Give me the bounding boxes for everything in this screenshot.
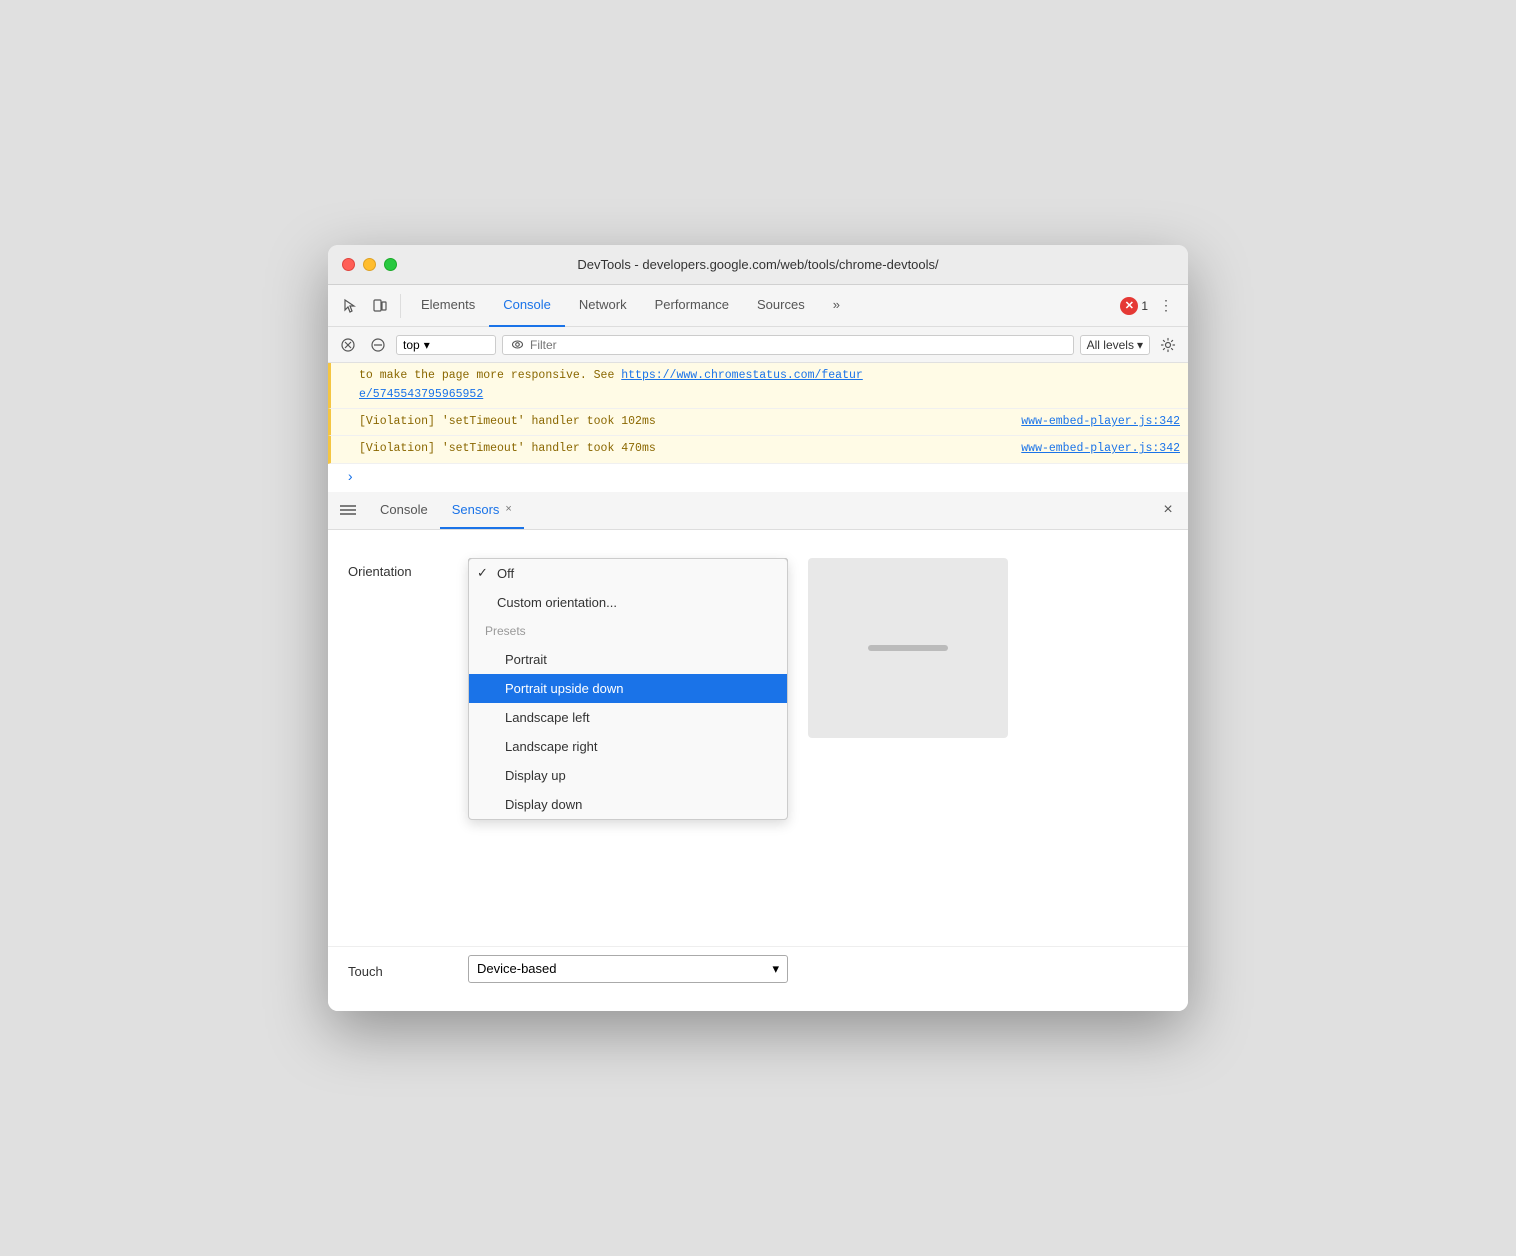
- bottom-tab-console[interactable]: Console: [368, 491, 440, 529]
- close-bottom-panel-button[interactable]: ×: [1156, 498, 1180, 522]
- dropdown-item-portrait[interactable]: Portrait: [469, 645, 787, 674]
- toolbar-right: ✕ 1 ⋮: [1120, 292, 1180, 320]
- console-msg-text-2: [Violation] 'setTimeout' handler took 10…: [359, 415, 656, 428]
- more-options-button[interactable]: ⋮: [1152, 292, 1180, 320]
- prompt-arrow-icon: ›: [346, 470, 354, 486]
- inspect-element-button[interactable]: [336, 292, 364, 320]
- tab-network[interactable]: Network: [565, 285, 641, 327]
- orientation-label: Orientation: [348, 558, 448, 579]
- console-filter-bar: top ▾ All levels ▾: [328, 327, 1188, 363]
- stop-recording-button[interactable]: [336, 333, 360, 357]
- error-badge[interactable]: ✕ 1: [1120, 297, 1148, 315]
- console-message-2: www-embed-player.js:342 [Violation] 'set…: [328, 409, 1188, 436]
- bottom-tab-sensors[interactable]: Sensors ×: [440, 491, 524, 529]
- devtools-toolbar: Elements Console Network Performance Sou…: [328, 285, 1188, 327]
- console-message-3: www-embed-player.js:342 [Violation] 'set…: [328, 436, 1188, 463]
- context-select[interactable]: top ▾: [396, 335, 496, 355]
- dropdown-item-display-up[interactable]: Display up: [469, 761, 787, 790]
- title-bar: DevTools - developers.google.com/web/too…: [328, 245, 1188, 285]
- console-msg-source-2[interactable]: www-embed-player.js:342: [1021, 413, 1180, 431]
- filter-input[interactable]: [530, 338, 1065, 352]
- drawer-menu-button[interactable]: [336, 498, 360, 522]
- touch-label: Touch: [348, 958, 448, 979]
- tab-navigation: Elements Console Network Performance Sou…: [407, 285, 854, 327]
- orientation-preview: [808, 558, 1008, 738]
- block-icon: [371, 338, 385, 352]
- dropdown-item-portrait-upside-down[interactable]: Portrait upside down: [469, 674, 787, 703]
- bottom-panel: Console Sensors × × Orientation Off ▾: [328, 492, 1188, 1011]
- touch-row: Touch Device-based ▾: [328, 946, 1188, 991]
- console-msg-source-3[interactable]: www-embed-player.js:342: [1021, 440, 1180, 458]
- sensors-content: Orientation Off ▾ ✓ Off Custo: [328, 530, 1188, 1011]
- tab-performance[interactable]: Performance: [641, 285, 743, 327]
- orientation-dropdown-menu: ✓ Off Custom orientation... Presets Port…: [468, 558, 788, 820]
- eye-icon: [511, 338, 524, 351]
- dropdown-item-display-down[interactable]: Display down: [469, 790, 787, 819]
- chevron-down-icon: ▾: [424, 338, 430, 352]
- minimize-button[interactable]: [363, 258, 376, 271]
- hamburger-icon: [340, 504, 356, 516]
- error-count: 1: [1141, 299, 1148, 313]
- filter-input-wrap: [502, 335, 1074, 355]
- close-button[interactable]: [342, 258, 355, 271]
- phone-bar: [868, 645, 948, 651]
- console-message-1: to make the page more responsive. See ht…: [328, 363, 1188, 409]
- window-title: DevTools - developers.google.com/web/too…: [577, 257, 938, 272]
- maximize-button[interactable]: [384, 258, 397, 271]
- dropdown-section-presets: Presets: [469, 617, 787, 645]
- toolbar-divider-1: [400, 294, 401, 318]
- touch-select[interactable]: Device-based ▾: [468, 955, 788, 983]
- orientation-dropdown-wrapper: Off ▾ ✓ Off Custom orientation...: [468, 558, 788, 586]
- levels-chevron-icon: ▾: [1137, 338, 1143, 352]
- clear-console-button[interactable]: [366, 333, 390, 357]
- dropdown-item-off[interactable]: ✓ Off: [469, 559, 787, 588]
- close-sensors-tab[interactable]: ×: [505, 503, 511, 515]
- record-icon: [341, 338, 355, 352]
- tab-elements[interactable]: Elements: [407, 285, 489, 327]
- tab-console[interactable]: Console: [489, 285, 565, 327]
- checkmark-icon: ✓: [477, 565, 488, 581]
- tab-sources[interactable]: Sources: [743, 285, 819, 327]
- error-icon: ✕: [1120, 297, 1138, 315]
- device-toolbar-button[interactable]: [366, 292, 394, 320]
- console-msg-text-3: [Violation] 'setTimeout' handler took 47…: [359, 442, 656, 455]
- cursor-icon: [342, 298, 358, 314]
- console-msg-text-1: to make the page more responsive. See: [359, 369, 621, 382]
- gear-icon: [1160, 337, 1176, 353]
- dropdown-item-landscape-right[interactable]: Landscape right: [469, 732, 787, 761]
- bottom-tab-bar: Console Sensors × ×: [328, 492, 1188, 530]
- touch-selected-value: Device-based: [477, 961, 557, 976]
- levels-dropdown[interactable]: All levels ▾: [1080, 335, 1150, 355]
- dropdown-item-custom[interactable]: Custom orientation...: [469, 588, 787, 617]
- touch-chevron-icon: ▾: [772, 961, 779, 977]
- console-messages: to make the page more responsive. See ht…: [328, 363, 1188, 492]
- device-icon: [372, 298, 388, 314]
- devtools-window: DevTools - developers.google.com/web/too…: [328, 245, 1188, 1011]
- orientation-row: Orientation Off ▾ ✓ Off Custo: [328, 550, 1188, 746]
- dropdown-item-landscape-left[interactable]: Landscape left: [469, 703, 787, 732]
- console-prompt: ›: [328, 464, 1188, 492]
- tab-more[interactable]: »: [819, 285, 854, 327]
- traffic-lights: [342, 258, 397, 271]
- settings-button[interactable]: [1156, 333, 1180, 357]
